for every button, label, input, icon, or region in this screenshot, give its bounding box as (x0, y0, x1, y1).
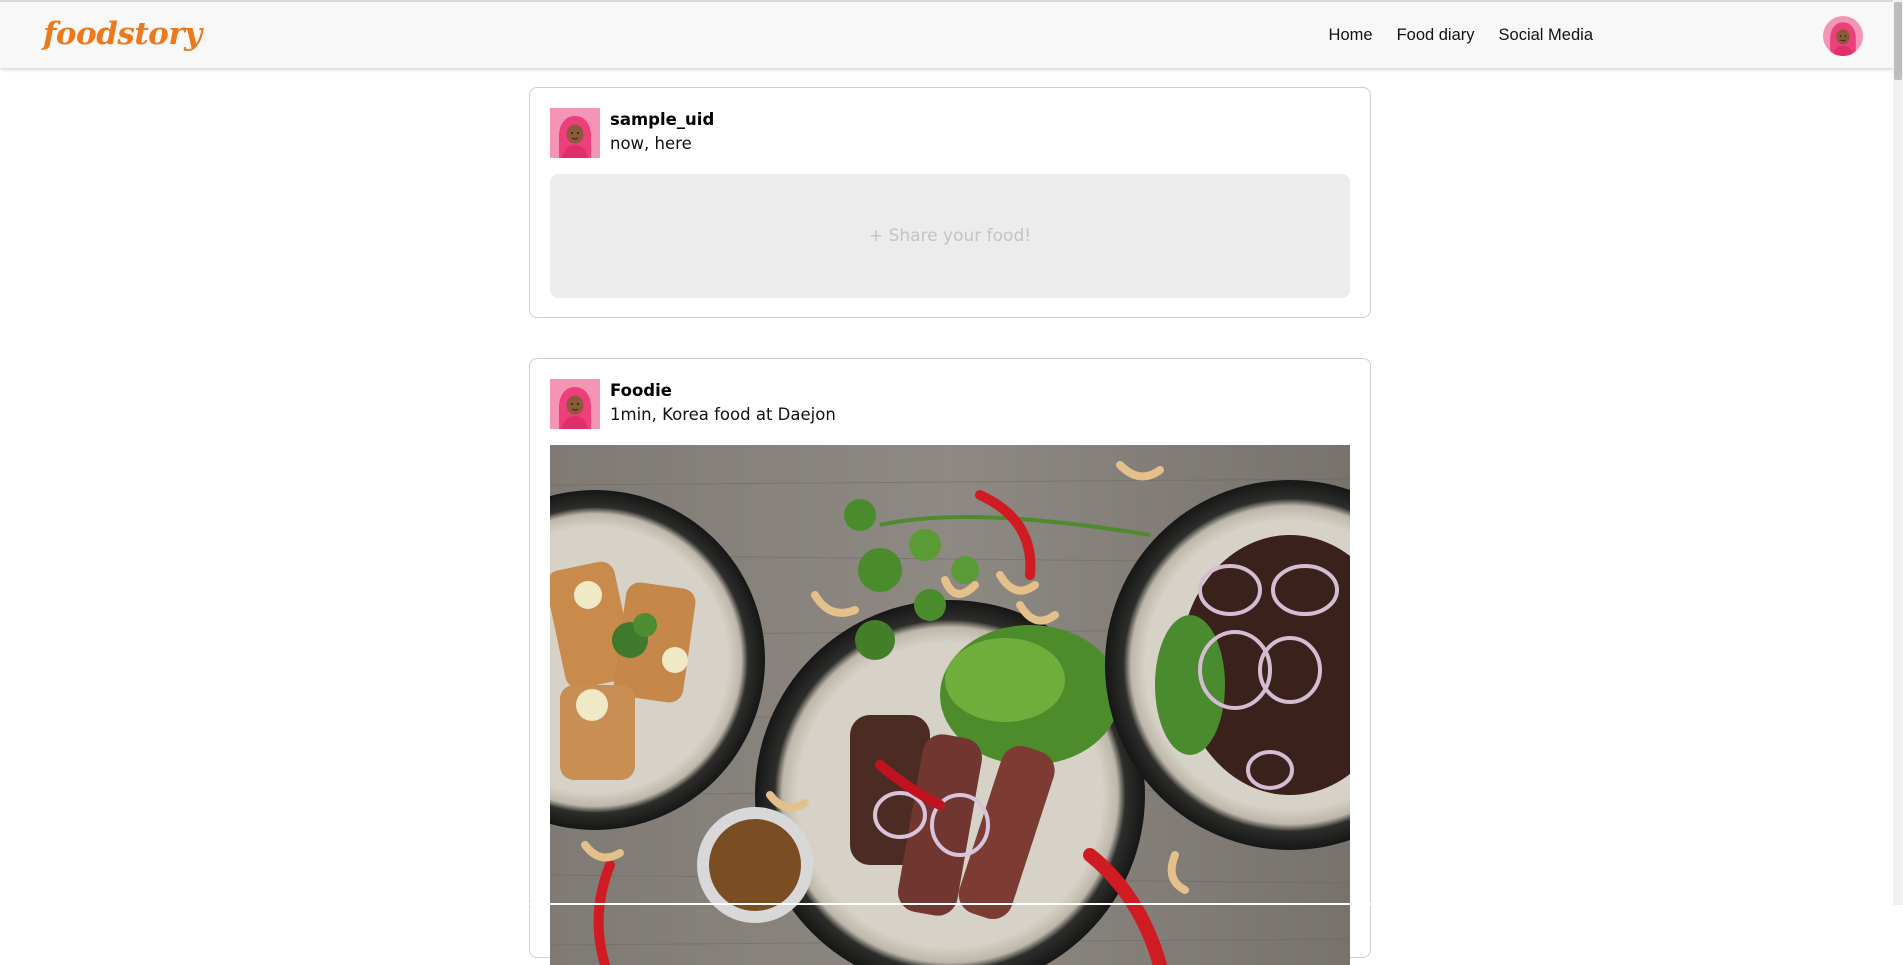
scrollbar-thumb[interactable] (1894, 2, 1902, 80)
nav-links: Home Food diary Social Media (1329, 26, 1593, 45)
nav-link-food-diary[interactable]: Food diary (1397, 26, 1475, 45)
user-avatar-icon[interactable] (1823, 16, 1863, 56)
post-meta: 1min, Korea food at Daejon (610, 405, 836, 424)
nav-link-social-media[interactable]: Social Media (1499, 26, 1593, 45)
nav-link-home[interactable]: Home (1329, 26, 1373, 45)
page-scrollbar[interactable] (1893, 0, 1903, 905)
brand-logo[interactable]: foodstory (43, 16, 202, 52)
share-food-button[interactable]: + Share your food! (550, 174, 1350, 298)
user-avatar-icon[interactable] (550, 108, 600, 158)
compose-card: sample_uid now, here + Share your food! (529, 87, 1371, 318)
user-avatar-icon[interactable] (550, 379, 600, 429)
compose-meta: now, here (610, 134, 692, 153)
post-card: Foodie 1min, Korea food at Daejon (529, 358, 1371, 965)
post-username[interactable]: Foodie (610, 381, 672, 400)
top-navbar: foodstory Home Food diary Social Media (0, 0, 1903, 68)
compose-username[interactable]: sample_uid (610, 110, 714, 129)
post-food-photo[interactable] (550, 445, 1350, 965)
